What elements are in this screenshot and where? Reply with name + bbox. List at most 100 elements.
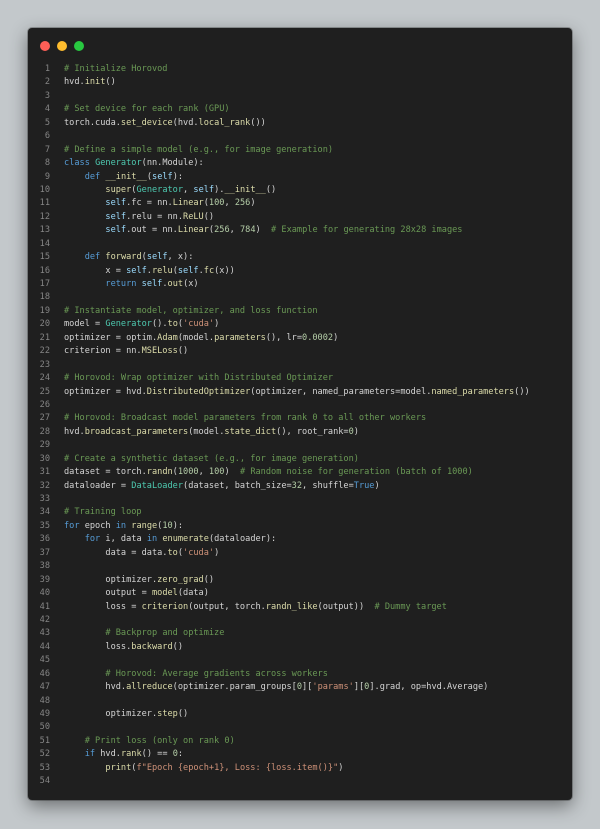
- line-number: 32: [39, 480, 50, 491]
- code-line: 47 hvd.allreduce(optimizer.param_groups[…: [28, 681, 572, 694]
- code-line: 40 output = model(data): [28, 587, 572, 600]
- line-number: 15: [39, 252, 50, 263]
- code-line: 30 # Create a synthetic dataset (e.g., fo…: [28, 453, 572, 466]
- code-line: 39 optimizer.zero_grad(): [28, 574, 572, 587]
- code-line: 43 # Backprop and optimize: [28, 627, 572, 640]
- line-number: 18: [39, 292, 50, 303]
- line-text: print(f"Epoch {epoch+1}, Loss: {loss.ite…: [105, 762, 344, 773]
- line-number: 53: [39, 762, 50, 773]
- line-number: 27: [39, 413, 50, 424]
- line-text: # Horovod: Broadcast model parameters fr…: [64, 413, 427, 424]
- code-line: 25 optimizer = hvd.DistributedOptimizer(o…: [28, 386, 572, 399]
- code-line: 23: [28, 359, 572, 372]
- code-line: 32 dataloader = DataLoader(dataset, batch…: [28, 480, 572, 493]
- line-number: 41: [39, 601, 50, 612]
- code-line: 26: [28, 399, 572, 412]
- code-line: 13 self.out = nn.Linear(256, 784) # Exam…: [28, 224, 572, 237]
- line-number: 21: [39, 332, 50, 343]
- line-number: 46: [39, 668, 50, 679]
- line-text: def __init__(self):: [84, 171, 184, 182]
- line-text: for epoch in range(10):: [64, 520, 184, 531]
- line-number: 49: [39, 709, 50, 719]
- code-line: 20 model = Generator().to('cuda'): [28, 318, 572, 331]
- line-number: 19: [39, 305, 50, 316]
- code-line: 54: [28, 775, 572, 788]
- line-number: 38: [39, 561, 50, 572]
- code-editor[interactable]: 1 # Initialize Horovod 2 hvd.init() 3 4 # Set …: [28, 63, 572, 789]
- line-text: # Print loss (only on rank 0): [84, 735, 235, 746]
- line-text: hvd.init(): [64, 77, 116, 88]
- code-line: 4 # Set device for each rank (GPU): [28, 103, 572, 116]
- line-text: optimizer = hvd.DistributedOptimizer(opt…: [64, 386, 530, 397]
- code-line: 49 optimizer.step(): [28, 708, 572, 721]
- line-text: if hvd.rank() == 0:: [84, 749, 184, 760]
- line-number: 47: [39, 682, 50, 693]
- code-line: 36 for i, data in enumerate(dataloader):: [28, 533, 572, 546]
- line-number: 7: [44, 144, 50, 155]
- line-number: 42: [39, 614, 50, 625]
- line-number: 45: [39, 655, 50, 666]
- code-line: 27 # Horovod: Broadcast model parameters …: [28, 412, 572, 425]
- line-number: 48: [39, 695, 50, 706]
- code-line: 35 for epoch in range(10):: [28, 520, 572, 533]
- line-number: 25: [39, 386, 50, 397]
- line-number: 24: [39, 373, 50, 384]
- line-text: # Backprop and optimize: [105, 628, 225, 639]
- line-text: # Initialize Horovod: [64, 64, 168, 74]
- code-line: 5 torch.cuda.set_device(hvd.local_rank()): [28, 117, 572, 130]
- line-text: class Generator(nn.Module):: [64, 158, 204, 169]
- line-number: 9: [44, 171, 50, 182]
- line-number: 3: [44, 90, 50, 101]
- line-text: output = model(data): [64, 588, 209, 599]
- code-line: 37 data = data.to('cuda'): [28, 547, 572, 560]
- line-text: # Horovod: Wrap optimizer with Distribut…: [64, 373, 334, 384]
- line-number: 10: [39, 184, 50, 195]
- code-line: 19 # Instantiate model, optimizer, and lo…: [28, 305, 572, 318]
- code-line: 12 self.relu = nn.ReLU(): [28, 211, 572, 224]
- line-number: 5: [44, 117, 50, 128]
- code-line: 52 if hvd.rank() == 0:: [28, 748, 572, 761]
- line-number: 40: [39, 588, 50, 599]
- line-text: hvd.allreduce(optimizer.param_groups[0][…: [64, 682, 489, 693]
- code-line: 45: [28, 654, 572, 667]
- line-number: 6: [44, 131, 50, 142]
- minimize-button[interactable]: [57, 41, 67, 51]
- line-text: optimizer.step(): [64, 709, 189, 719]
- code-line: 24 # Horovod: Wrap optimizer with Distrib…: [28, 372, 572, 385]
- line-number: 26: [39, 399, 50, 410]
- line-text: # Define a simple model (e.g., for image…: [64, 144, 334, 155]
- line-text: model = Generator().to('cuda'): [64, 319, 220, 330]
- line-text: torch.cuda.set_device(hvd.local_rank()): [64, 117, 266, 128]
- line-number: 23: [39, 359, 50, 370]
- line-text: hvd.broadcast_parameters(model.state_dic…: [64, 426, 359, 437]
- code-line: 48: [28, 695, 572, 708]
- close-button[interactable]: [40, 41, 50, 51]
- line-text: # Horovod: Average gradients across work…: [105, 668, 328, 679]
- code-line: 33: [28, 493, 572, 506]
- line-text: return self.out(x): [105, 279, 199, 289]
- code-line: 31 dataset = torch.randn(1000, 100) # Ran…: [28, 466, 572, 479]
- line-number: 31: [39, 467, 50, 478]
- code-line: 34 # Training loop: [28, 506, 572, 519]
- line-number: 34: [39, 507, 50, 518]
- line-text: def forward(self, x):: [84, 252, 194, 263]
- line-text: criterion = nn.MSELoss(): [64, 346, 189, 357]
- code-line: 10 super(Generator, self).__init__(): [28, 184, 572, 197]
- line-number: 50: [39, 722, 50, 733]
- code-line: 15 def forward(self, x):: [28, 251, 572, 264]
- maximize-button[interactable]: [74, 41, 84, 51]
- line-number: 13: [39, 225, 50, 236]
- code-line: 9 def __init__(self):: [28, 171, 572, 184]
- code-line: 41 loss = criterion(output, torch.randn_…: [28, 601, 572, 614]
- line-number: 12: [39, 211, 50, 222]
- code-line: 42: [28, 614, 572, 627]
- line-text: super(Generator, self).__init__(): [105, 184, 277, 195]
- code-line: 14: [28, 238, 572, 251]
- code-line: 51 # Print loss (only on rank 0): [28, 735, 572, 748]
- line-number: 4: [44, 104, 50, 115]
- line-text: data = data.to('cuda'): [64, 547, 220, 558]
- code-line: 21 optimizer = optim.Adam(model.parameter…: [28, 332, 572, 345]
- code-line: 46 # Horovod: Average gradients across w…: [28, 668, 572, 681]
- window-controls: [40, 41, 91, 51]
- line-number: 36: [39, 534, 50, 545]
